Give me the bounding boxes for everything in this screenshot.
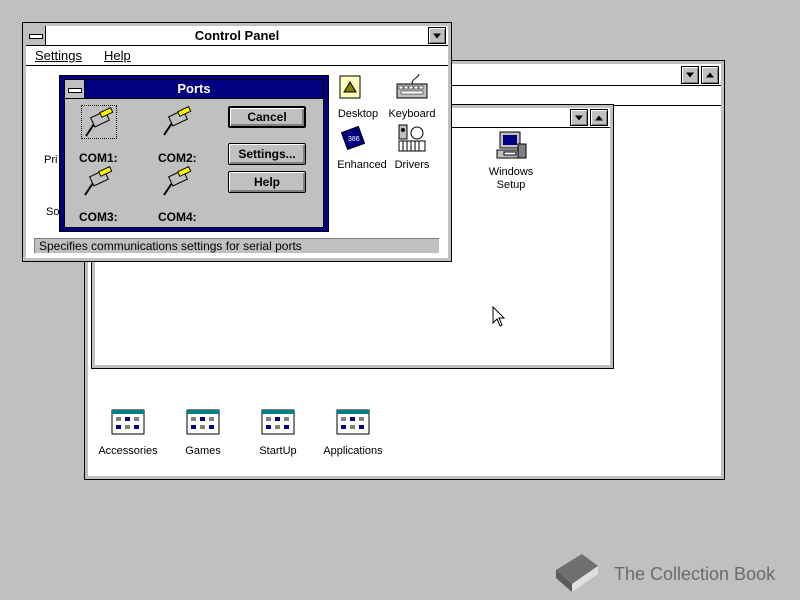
group-minimize-button[interactable] bbox=[570, 109, 588, 126]
program-manager-minimize-button[interactable] bbox=[681, 66, 699, 84]
keyboard-icon bbox=[395, 72, 429, 104]
book-icon bbox=[556, 554, 598, 592]
program-group-icon bbox=[261, 409, 295, 441]
keyboard-label: Keyboard bbox=[388, 108, 436, 120]
serial-port-icon bbox=[85, 106, 114, 137]
ports-dialog-titlebar[interactable]: Ports bbox=[65, 80, 323, 99]
ports-dialog-title: Ports bbox=[177, 81, 211, 96]
group-icon-games[interactable]: Games bbox=[168, 409, 238, 458]
watermark: The Collection Book bbox=[548, 550, 788, 596]
com1-label: COM1: bbox=[79, 151, 118, 165]
cancel-button[interactable]: Cancel bbox=[228, 106, 306, 128]
ports-dialog-body: Ports COM1: COM2: COM3: COM4: Cancel Set… bbox=[64, 79, 324, 228]
program-group-icon bbox=[336, 409, 370, 441]
drivers-item[interactable]: Drivers bbox=[377, 123, 447, 172]
sound-label: So bbox=[46, 206, 60, 218]
control-panel-minimize-button[interactable] bbox=[428, 27, 446, 44]
control-panel-title: Control Panel bbox=[194, 28, 280, 43]
games-label: Games bbox=[185, 445, 221, 457]
startup-label: StartUp bbox=[259, 445, 297, 457]
watermark-text: The Collection Book bbox=[614, 564, 776, 584]
com2-label: COM2: bbox=[158, 151, 197, 165]
serial-port-icon bbox=[84, 165, 113, 196]
program-manager-maximize-button[interactable] bbox=[701, 66, 719, 84]
com1-icon-selected[interactable] bbox=[81, 105, 117, 139]
settings-button[interactable]: Settings... bbox=[228, 143, 306, 165]
maximize-arrow-icon bbox=[595, 115, 603, 120]
group-icon-startup[interactable]: StartUp bbox=[243, 409, 313, 458]
minimize-arrow-icon bbox=[433, 33, 441, 38]
ports-dialog: Ports COM1: COM2: COM3: COM4: Cancel Set… bbox=[59, 75, 329, 232]
desktop-icon bbox=[328, 72, 362, 104]
mouse-cursor-icon bbox=[492, 305, 506, 331]
windows-setup-icon bbox=[494, 130, 528, 162]
group-icon-applications[interactable]: Applications bbox=[318, 409, 388, 458]
com3-icon[interactable] bbox=[81, 165, 117, 199]
accessories-label: Accessories bbox=[98, 445, 158, 457]
maximize-arrow-icon bbox=[706, 72, 714, 78]
applications-label: Applications bbox=[323, 445, 383, 457]
keyboard-item[interactable]: Keyboard bbox=[377, 72, 447, 121]
com4-label: COM4: bbox=[158, 210, 197, 224]
program-group-icon bbox=[111, 409, 145, 441]
control-panel-titlebar[interactable]: Control Panel bbox=[26, 26, 448, 46]
windows-setup-label: Windows Setup bbox=[488, 166, 534, 191]
menu-settings[interactable]: Settings bbox=[35, 48, 82, 63]
minimize-arrow-icon bbox=[686, 72, 694, 78]
control-panel-system-menu-icon[interactable] bbox=[26, 26, 46, 45]
serial-port-icon bbox=[163, 105, 192, 136]
group-maximize-button[interactable] bbox=[590, 109, 608, 126]
help-button[interactable]: Help bbox=[228, 171, 306, 193]
chip-icon: 386 bbox=[336, 123, 370, 155]
com4-icon[interactable] bbox=[160, 165, 196, 199]
program-group-icon bbox=[186, 409, 220, 441]
com2-icon[interactable] bbox=[160, 105, 196, 139]
control-panel-menubar: Settings Help bbox=[26, 46, 448, 66]
printers-label: Pri bbox=[44, 154, 58, 166]
drivers-label: Drivers bbox=[394, 159, 430, 171]
serial-port-icon bbox=[163, 165, 192, 196]
com3-label: COM3: bbox=[79, 210, 118, 224]
control-panel-status-bar: Specifies communications settings for se… bbox=[34, 238, 440, 254]
menu-help[interactable]: Help bbox=[104, 48, 131, 63]
drivers-icon bbox=[395, 123, 429, 155]
svg-text:386: 386 bbox=[348, 136, 360, 143]
windows-setup-item[interactable]: Windows Setup bbox=[476, 130, 546, 192]
ports-system-menu-icon[interactable] bbox=[65, 80, 85, 98]
minimize-arrow-icon bbox=[575, 115, 583, 120]
group-icon-accessories[interactable]: Accessories bbox=[93, 409, 163, 458]
